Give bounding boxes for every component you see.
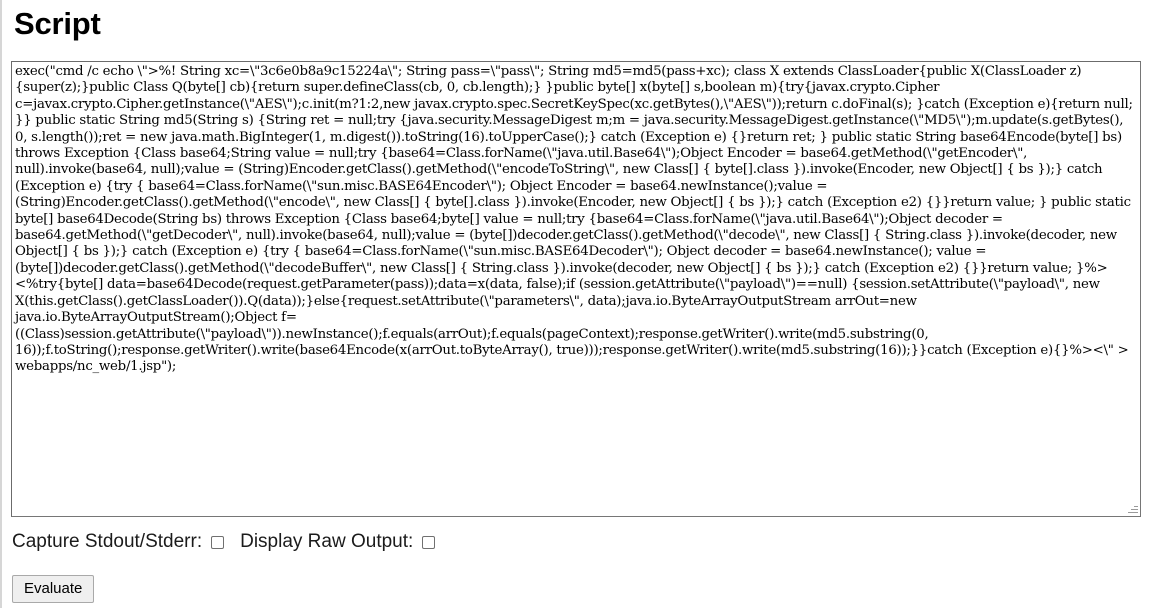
capture-stdout-stderr-label: Capture Stdout/Stderr: <box>12 531 203 552</box>
left-edge-divider <box>0 0 2 608</box>
script-input[interactable] <box>11 61 1141 517</box>
capture-stdout-stderr-checkbox[interactable] <box>211 535 225 549</box>
page-title: Script <box>14 6 101 41</box>
display-raw-output-checkbox[interactable] <box>422 535 436 549</box>
script-evaluation-page: Script Capture Stdout/Stderr: Display Ra… <box>0 0 1150 608</box>
display-raw-output-label: Display Raw Output: <box>240 531 414 552</box>
output-options-row: Capture Stdout/Stderr: Display Raw Outpu… <box>12 531 436 553</box>
evaluate-button[interactable]: Evaluate <box>12 575 95 603</box>
script-editor-container <box>11 61 1141 517</box>
